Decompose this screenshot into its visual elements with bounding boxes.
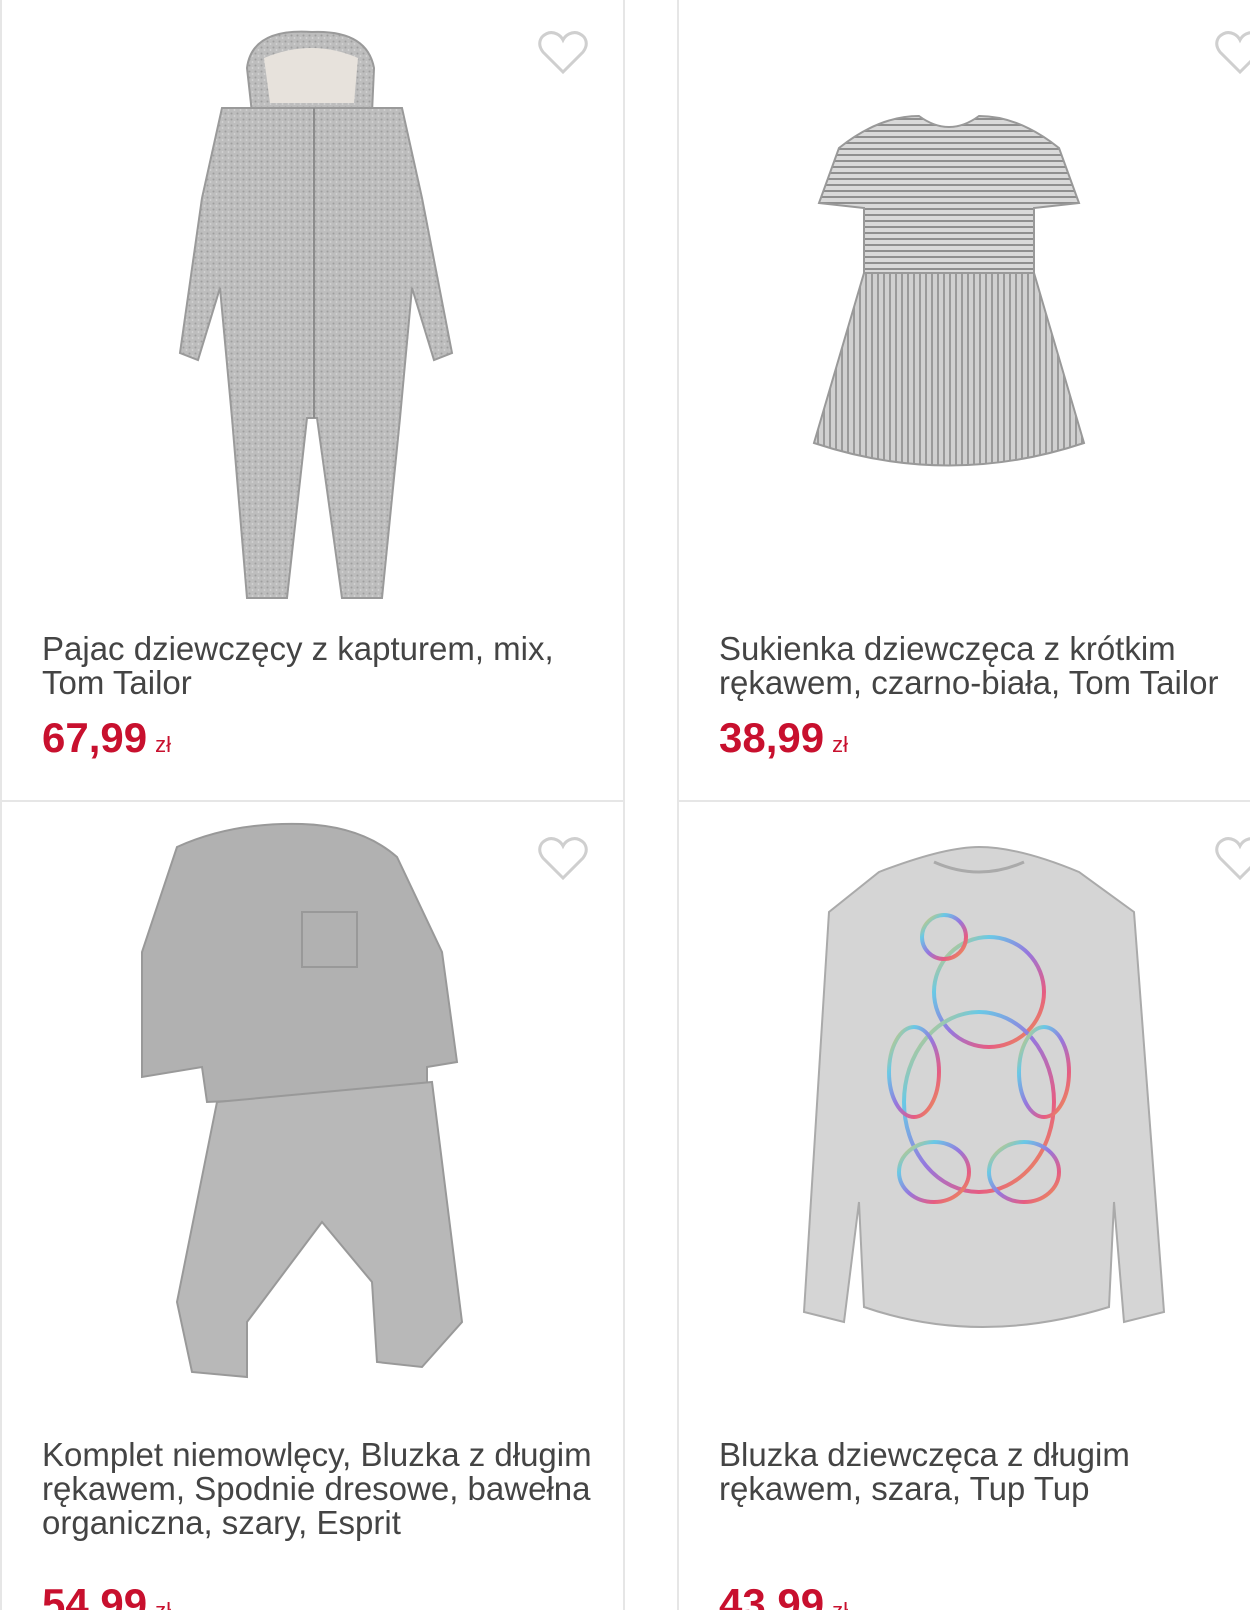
product-image[interactable] — [2, 0, 623, 608]
product-price: 67,99 zł — [42, 714, 171, 762]
product-price: 54,99 zł — [42, 1580, 171, 1610]
product-card[interactable]: Komplet niemowlęcy, Bluzka z długim ręka… — [0, 800, 625, 1610]
currency-label: zł — [155, 732, 171, 757]
product-price: 43,99 zł — [719, 1580, 848, 1610]
product-card[interactable]: Sukienka dziewczęca z krótkim rękawem, c… — [677, 0, 1250, 804]
heart-outline-icon[interactable] — [537, 834, 589, 882]
price-value: 67,99 — [42, 714, 148, 761]
price-value: 54,99 — [42, 1580, 148, 1610]
price-value: 38,99 — [719, 714, 825, 761]
currency-label: zł — [155, 1598, 171, 1610]
currency-label: zł — [832, 1598, 848, 1610]
heart-outline-icon[interactable] — [1214, 834, 1250, 882]
heart-outline-icon[interactable] — [1214, 28, 1250, 76]
product-grid: Pajac dziewczęcy z kapturem, mix, Tom Ta… — [0, 0, 1250, 1610]
product-title[interactable]: Komplet niemowlęcy, Bluzka z długim ręka… — [42, 1438, 613, 1540]
product-image[interactable] — [679, 802, 1250, 1402]
product-card[interactable]: Pajac dziewczęcy z kapturem, mix, Tom Ta… — [0, 0, 625, 804]
product-price: 38,99 zł — [719, 714, 848, 762]
product-title[interactable]: Bluzka dziewczęca z długim rękawem, szar… — [719, 1438, 1250, 1506]
heart-outline-icon[interactable] — [537, 28, 589, 76]
product-card[interactable]: Bluzka dziewczęca z długim rękawem, szar… — [677, 800, 1250, 1610]
product-image[interactable] — [679, 0, 1250, 608]
price-value: 43,99 — [719, 1580, 825, 1610]
currency-label: zł — [832, 732, 848, 757]
product-title[interactable]: Sukienka dziewczęca z krótkim rękawem, c… — [719, 632, 1250, 700]
product-image[interactable] — [2, 802, 623, 1402]
product-title[interactable]: Pajac dziewczęcy z kapturem, mix, Tom Ta… — [42, 632, 613, 700]
